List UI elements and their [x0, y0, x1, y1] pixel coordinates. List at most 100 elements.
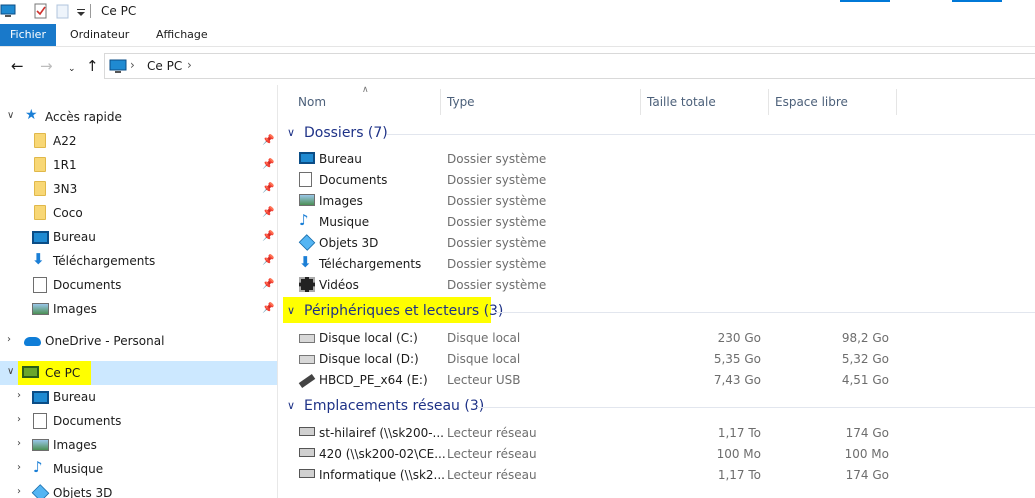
item-total-size: 7,43 Go — [713, 373, 761, 387]
column-header-espace-libre[interactable]: Espace libre — [775, 95, 848, 109]
nav-item-label: 1R1 — [53, 158, 77, 172]
nav-item-label: Images — [53, 438, 97, 452]
folder-icon — [34, 157, 46, 172]
column-divider[interactable] — [768, 89, 769, 115]
item-type: Disque local — [447, 352, 521, 366]
nav-item-pc-objets-3d[interactable]: › Objets 3D — [0, 481, 277, 498]
pin-icon[interactable]: 📌 — [262, 159, 274, 170]
list-item[interactable]: Disque local (C:) Disque local 230 Go 98… — [279, 327, 1035, 348]
pin-icon[interactable]: 📌 — [262, 207, 274, 218]
back-arrow-icon[interactable]: ← — [11, 58, 24, 74]
nav-item-ce-pc[interactable]: ∨ Ce PC — [0, 361, 277, 385]
list-item[interactable]: Informatique (\\sk2... Lecteur réseau 1,… — [279, 464, 1035, 485]
collapse-chevron-icon[interactable]: ∨ — [287, 399, 295, 412]
pin-icon[interactable]: 📌 — [262, 255, 274, 266]
videos-icon — [299, 277, 315, 292]
item-name: Vidéos — [319, 278, 359, 292]
list-item[interactable]: 420 (\\sk200-02\CE... Lecteur réseau 100… — [279, 443, 1035, 464]
expanded-chevron-icon[interactable]: ∨ — [7, 110, 14, 121]
ribbon-tabs: Fichier Ordinateur Affichage — [0, 24, 1035, 47]
title-separator — [90, 4, 91, 18]
pictures-icon — [32, 439, 49, 451]
computer-icon — [22, 366, 39, 378]
pin-icon[interactable]: 📌 — [262, 303, 274, 314]
collapsed-chevron-icon[interactable]: › — [17, 486, 21, 497]
nav-item-documents[interactable]: Documents 📌 — [0, 273, 277, 297]
collapsed-chevron-icon[interactable]: › — [17, 414, 21, 425]
list-item[interactable]: ♪ Musique Dossier système — [279, 211, 1035, 232]
item-free-space: 100 Mo — [844, 447, 889, 461]
expanded-chevron-icon[interactable]: ∨ — [7, 366, 14, 377]
item-free-space: 174 Go — [845, 468, 889, 482]
list-item[interactable]: Bureau Dossier système — [279, 148, 1035, 169]
tab-ordinateur[interactable]: Ordinateur — [60, 24, 139, 46]
address-bar[interactable]: › Ce PC › — [104, 53, 1035, 79]
nav-item-bureau[interactable]: Bureau 📌 — [0, 225, 277, 249]
nav-item-images[interactable]: Images 📌 — [0, 297, 277, 321]
tab-fichier[interactable]: Fichier — [0, 24, 56, 46]
breadcrumb-separator[interactable]: › — [130, 58, 135, 72]
nav-item-3n3[interactable]: 3N3 📌 — [0, 177, 277, 201]
nav-item-pc-images[interactable]: › Images — [0, 433, 277, 457]
group-title: Périphériques et lecteurs (3) — [304, 303, 504, 319]
column-divider[interactable] — [440, 89, 441, 115]
item-name: Bureau — [319, 152, 362, 166]
pictures-icon — [32, 303, 49, 315]
list-item[interactable]: Documents Dossier système — [279, 169, 1035, 190]
group-header-peripheriques[interactable]: ∨ Périphériques et lecteurs (3) — [279, 297, 1035, 324]
pin-icon[interactable]: 📌 — [262, 183, 274, 194]
column-divider[interactable] — [640, 89, 641, 115]
list-item[interactable]: Images Dossier système — [279, 190, 1035, 211]
pin-icon[interactable]: 📌 — [262, 135, 274, 146]
nav-item-pc-documents[interactable]: › Documents — [0, 409, 277, 433]
item-type: Dossier système — [447, 152, 547, 166]
collapse-chevron-icon[interactable]: ∨ — [287, 304, 295, 317]
breadcrumb-separator[interactable]: › — [187, 58, 192, 72]
list-item[interactable]: Vidéos Dossier système — [279, 274, 1035, 295]
nav-item-coco[interactable]: Coco 📌 — [0, 201, 277, 225]
recent-locations-chevron-icon[interactable]: ⌄ — [68, 61, 76, 77]
local-disk-icon — [299, 355, 315, 364]
tab-affichage[interactable]: Affichage — [146, 24, 218, 46]
group-header-dossiers[interactable]: ∨ Dossiers (7) — [279, 122, 1035, 146]
pin-icon[interactable]: 📌 — [262, 231, 274, 242]
new-folder-icon[interactable] — [56, 3, 70, 19]
collapsed-chevron-icon[interactable]: › — [17, 462, 21, 473]
collapsed-chevron-icon[interactable]: › — [17, 438, 21, 449]
up-arrow-icon[interactable]: ↑ — [86, 58, 99, 74]
column-divider[interactable] — [896, 89, 897, 115]
collapse-chevron-icon[interactable]: ∨ — [287, 126, 295, 139]
item-name: Téléchargements — [319, 257, 422, 271]
list-item[interactable]: Disque local (D:) Disque local 5,35 Go 5… — [279, 348, 1035, 369]
nav-item-telechargements[interactable]: ⬇ Téléchargements 📌 — [0, 249, 277, 273]
nav-item-pc-bureau[interactable]: › Bureau — [0, 385, 277, 409]
column-header-nom[interactable]: Nom — [298, 95, 326, 109]
list-item[interactable]: st-hilairef (\\sk200-... Lecteur réseau … — [279, 422, 1035, 443]
properties-icon[interactable] — [33, 3, 49, 19]
item-name: Objets 3D — [319, 236, 379, 250]
nav-item-1r1[interactable]: 1R1 📌 — [0, 153, 277, 177]
breadcrumb[interactable]: Ce PC — [147, 59, 182, 73]
list-item[interactable]: HBCD_PE_x64 (E:) Lecteur USB 7,43 Go 4,5… — [279, 369, 1035, 390]
nav-item-onedrive[interactable]: › OneDrive - Personal — [0, 329, 277, 353]
collapsed-chevron-icon[interactable]: › — [7, 334, 11, 345]
column-header-taille-totale[interactable]: Taille totale — [647, 95, 716, 109]
nav-item-pc-musique[interactable]: › ♪ Musique — [0, 457, 277, 481]
download-icon: ⬇ — [299, 253, 312, 271]
nav-item-a22[interactable]: A22 📌 — [0, 129, 277, 153]
group-header-emplacements-reseau[interactable]: ∨ Emplacements réseau (3) — [279, 395, 1035, 419]
collapsed-chevron-icon[interactable]: › — [17, 390, 21, 401]
list-item[interactable]: ⬇ Téléchargements Dossier système — [279, 253, 1035, 274]
item-total-size: 230 Go — [717, 331, 761, 345]
computer-icon[interactable] — [0, 3, 16, 19]
column-header-type[interactable]: Type — [447, 95, 475, 109]
title-bar: Ce PC — [0, 0, 1035, 24]
pin-icon[interactable]: 📌 — [262, 279, 274, 290]
customize-dropdown-icon[interactable] — [76, 3, 86, 19]
list-item[interactable]: Objets 3D Dossier système — [279, 232, 1035, 253]
item-name: 420 (\\sk200-02\CE... — [319, 447, 446, 461]
item-name: Informatique (\\sk2... — [319, 468, 445, 482]
nav-item-quick-access[interactable]: ∨ ★ Accès rapide — [0, 105, 277, 129]
forward-arrow-icon[interactable]: → — [40, 58, 53, 74]
item-name: Disque local (D:) — [319, 352, 419, 366]
